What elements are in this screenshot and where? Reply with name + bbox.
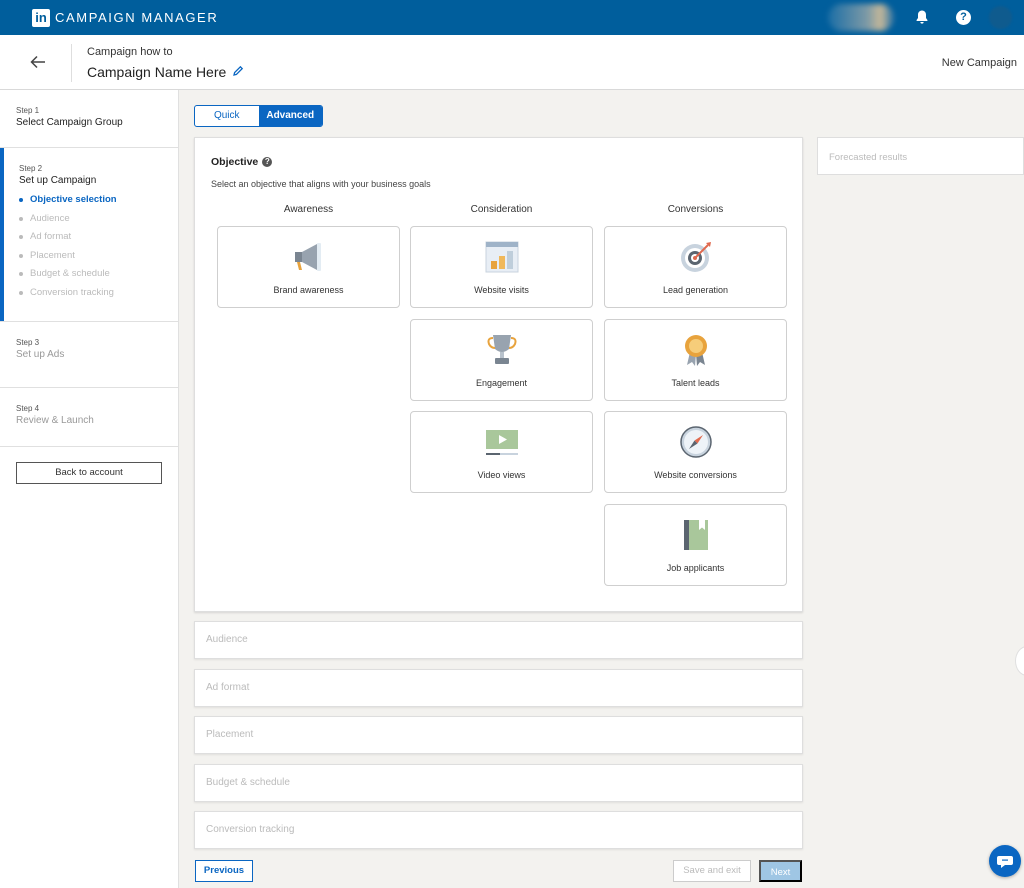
objective-card-brand-awareness[interactable]: Brand awareness [217, 226, 400, 308]
pencil-icon[interactable] [232, 65, 244, 77]
step-label: Step 1 [16, 106, 40, 115]
substep-budget-schedule[interactable]: Budget & schedule [19, 267, 178, 286]
objective-card-website-visits[interactable]: Website visits [410, 226, 593, 308]
video-player-icon [486, 430, 518, 455]
section-audience[interactable]: Audience [194, 621, 803, 659]
step-title: Set up Campaign [19, 175, 97, 186]
substep-audience[interactable]: Audience [19, 212, 178, 231]
sidebar-step-4[interactable]: Step 4 Review & Launch [0, 388, 178, 447]
column-heading-awareness: Awareness [283, 204, 334, 215]
new-campaign-label: New Campaign [941, 57, 1017, 69]
section-placement[interactable]: Placement [194, 716, 803, 754]
section-budget-schedule[interactable]: Budget & schedule [194, 764, 803, 802]
substep-conversion-tracking[interactable]: Conversion tracking [19, 286, 178, 305]
sidebar-step-1[interactable]: Step 1 Select Campaign Group [0, 90, 178, 148]
objective-card-talent-leads[interactable]: Talent leads [604, 319, 787, 401]
substep-objective-selection[interactable]: Objective selection [19, 193, 178, 212]
card-label: Website conversions [654, 470, 737, 480]
objective-card-engagement[interactable]: Engagement [410, 319, 593, 401]
card-label: Talent leads [671, 378, 720, 388]
column-heading-consideration: Consideration [470, 204, 533, 215]
step-label: Step 3 [16, 338, 40, 347]
mode-toggle: Quick Advanced [194, 105, 323, 127]
chat-icon [997, 856, 1013, 868]
linkedin-logo[interactable]: in [32, 8, 50, 27]
chat-help-button[interactable] [989, 845, 1021, 877]
step-title: Review & Launch [16, 415, 94, 426]
top-bar: in CAMPAIGN MANAGER ? [0, 0, 1024, 35]
step-title: Set up Ads [16, 349, 65, 360]
advanced-mode-tab[interactable]: Advanced [258, 106, 322, 126]
card-label: Video views [477, 470, 526, 480]
section-title: Ad format [206, 682, 250, 693]
target-icon [681, 242, 711, 272]
objective-subtitle: Select an objective that aligns with you… [211, 179, 431, 189]
megaphone-icon [295, 243, 321, 271]
objective-card-website-conversions[interactable]: Website conversions [604, 411, 787, 493]
step-label: Step 2 [19, 164, 43, 173]
objective-panel: Objective ? Select an objective that ali… [194, 137, 803, 612]
forecasted-results-panel: Forecasted results [817, 137, 1024, 175]
objective-title-text: Objective [211, 156, 259, 168]
avatar[interactable] [989, 6, 1012, 29]
section-title: Placement [206, 729, 254, 740]
previous-button[interactable]: Previous [195, 860, 253, 882]
side-scroll-button[interactable] [1015, 646, 1024, 676]
compass-icon [680, 426, 712, 458]
brand-title: CAMPAIGN MANAGER [55, 10, 219, 25]
help-icon[interactable]: ? [956, 10, 971, 25]
save-and-exit-button[interactable]: Save and exit [673, 860, 751, 882]
card-label: Engagement [475, 378, 528, 388]
sidebar-step-3[interactable]: Step 3 Set up Ads [0, 322, 178, 388]
browser-chart-icon [485, 241, 519, 273]
steps-sidebar: Step 1 Select Campaign Group Step 2 Set … [0, 90, 179, 888]
section-title: Conversion tracking [206, 824, 295, 835]
column-heading-conversions: Conversions [667, 204, 724, 215]
card-label: Lead generation [662, 285, 729, 295]
section-conversion-tracking[interactable]: Conversion tracking [194, 811, 803, 849]
blurred-account-name[interactable] [828, 4, 894, 31]
section-ad-format[interactable]: Ad format [194, 669, 803, 707]
campaign-name: Campaign Name Here [87, 64, 227, 80]
bell-icon[interactable] [914, 9, 930, 25]
objective-title: Objective ? [211, 156, 273, 168]
section-title: Budget & schedule [206, 777, 290, 788]
notebook-icon [684, 520, 708, 550]
substep-list: Objective selection Audience Ad format P… [19, 193, 178, 305]
substep-ad-format[interactable]: Ad format [19, 230, 178, 249]
help-icon[interactable]: ? [262, 157, 273, 167]
trophy-icon [487, 335, 517, 364]
objective-card-job-applicants[interactable]: Job applicants [604, 504, 787, 586]
section-title: Audience [206, 634, 248, 645]
quick-mode-tab[interactable]: Quick [195, 106, 259, 126]
step-title: Select Campaign Group [16, 117, 123, 128]
award-badge-icon [685, 335, 707, 366]
sidebar-step-2[interactable]: Step 2 Set up Campaign Objective selecti… [0, 148, 178, 322]
substep-placement[interactable]: Placement [19, 249, 178, 268]
card-label: Brand awareness [273, 285, 344, 295]
objective-card-video-views[interactable]: Video views [410, 411, 593, 493]
card-label: Job applicants [666, 563, 725, 573]
back-to-account-button[interactable]: Back to account [16, 462, 162, 484]
campaign-header: Campaign how to Campaign Name Here New C… [0, 35, 1024, 90]
back-arrow-icon[interactable] [28, 51, 48, 73]
next-button[interactable]: Next [759, 860, 802, 882]
objective-card-lead-generation[interactable]: Lead generation [604, 226, 787, 308]
step-label: Step 4 [16, 404, 40, 413]
campaign-group-name: Campaign how to [87, 46, 173, 58]
header-divider [71, 44, 72, 82]
forecast-title: Forecasted results [829, 152, 908, 163]
card-label: Website visits [474, 285, 529, 295]
